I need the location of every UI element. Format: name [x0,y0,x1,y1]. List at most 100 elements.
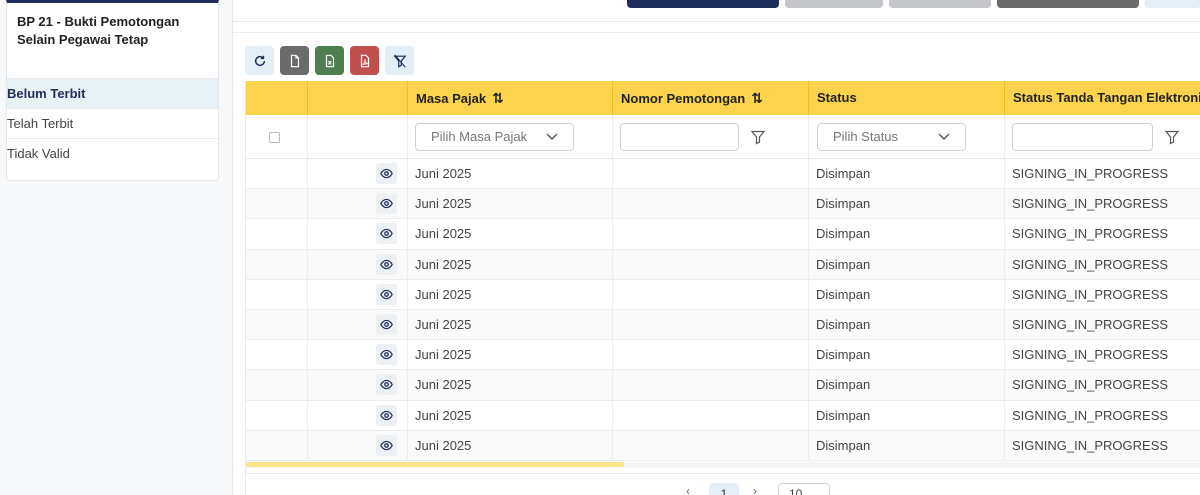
view-button[interactable] [376,374,397,396]
sidebar-title: BP 21 - Bukti Pemotongan Selain Pegawai … [17,14,180,47]
sidebar-item-tidak-valid[interactable]: Tidak Valid [7,138,218,168]
action-cell [308,219,408,250]
sort-icon[interactable]: ⇅ [751,81,763,115]
view-button[interactable] [376,313,397,335]
header-label: Nomor Pemotongan [621,91,746,106]
grid-toolbar [245,46,414,76]
select-cell [246,309,308,340]
select-cell [246,219,308,250]
view-button[interactable] [376,163,397,184]
nomor-pemotongan-cell [613,279,809,310]
view-button[interactable] [376,193,397,215]
sidebar-card: BP 21 - Bukti Pemotongan Selain Pegawai … [6,0,219,181]
nomor-filter-input[interactable] [620,123,739,151]
refresh-button[interactable] [245,46,274,75]
select-all-checkbox[interactable] [269,132,280,143]
filter-ttd-cell [1005,115,1200,159]
status-ttd-cell: SIGNING_IN_PROGRESS [1012,437,1169,453]
nomor-pemotongan-cell [613,309,809,340]
export-file-button[interactable] [280,46,309,75]
prev-page-button[interactable]: ‹ [686,484,690,495]
light-action-button[interactable] [1145,0,1200,8]
select-cell [246,279,308,310]
status-cell: Disimpan [809,189,1005,220]
masa-pajak-cell: Juni 2025 [408,430,613,461]
table-row: Juni 2025 Disimpan SIGNING_IN_PROGRESS [246,189,1200,220]
view-button[interactable] [376,434,397,456]
main-panel: Masa Pajak ⇅ Nomor Pemotongan ⇅ Status Sta… [232,0,1200,495]
sidebar-item-label: Belum Terbit [7,86,86,101]
page-size-select[interactable]: 10 [778,483,830,495]
masa-pajak-cell: Juni 2025 [408,189,613,220]
chevron-down-icon [938,133,950,140]
file-icon [290,54,299,67]
next-page-button[interactable]: › [753,484,757,495]
horizontal-scrollbar[interactable] [246,462,1200,468]
masa-pajak-cell: Juni 2025 [408,370,613,401]
page-number-current[interactable]: 1 [709,483,739,495]
table-row: Juni 2025 Disimpan SIGNING_IN_PROGRESS [246,340,1200,371]
excel-file-icon [325,54,334,67]
view-button[interactable] [376,344,397,366]
sidebar-item-belum-terbit[interactable]: Belum Terbit [7,78,218,108]
table-row: Juni 2025 Disimpan SIGNING_IN_PROGRESS [246,370,1200,401]
status-ttd-cell: SIGNING_IN_PROGRESS [1012,286,1169,302]
sidebar-item-telah-terbit[interactable]: Telah Terbit [7,108,218,138]
header-nomor-pemotongan[interactable]: Nomor Pemotongan ⇅ [613,81,809,115]
eye-icon [380,380,393,390]
eye-icon [380,289,393,299]
table-row: Juni 2025 Disimpan SIGNING_IN_PROGRESS [246,159,1200,190]
filter-icon[interactable] [1164,129,1180,145]
action-cell [308,189,408,220]
status-ttd-cell: SIGNING_IN_PROGRESS [1012,407,1169,423]
filter-nomor-cell [613,115,809,159]
table-row: Juni 2025 Disimpan SIGNING_IN_PROGRESS [246,309,1200,341]
sort-icon[interactable]: ⇅ [492,81,504,115]
nomor-pemotongan-cell [613,189,809,220]
masa-pajak-cell: Juni 2025 [408,400,613,431]
table-row: Juni 2025 Disimpan SIGNING_IN_PROGRESS [246,249,1200,280]
filter-icon[interactable] [750,129,766,145]
filter-empty-cell [308,115,408,159]
eye-icon [380,319,393,330]
filter-status-cell: Pilih Status [809,115,1005,159]
nomor-pemotongan-cell [613,340,809,371]
nomor-pemotongan-cell [613,249,809,280]
secondary-action-button-2[interactable] [889,0,991,8]
status-cell: Disimpan [809,159,1005,189]
table-row: Juni 2025 Disimpan SIGNING_IN_PROGRESS [246,219,1200,250]
status-cell: Disimpan [809,219,1005,250]
header-status[interactable]: Status [809,81,1005,115]
export-pdf-button[interactable] [350,46,379,75]
status-cell: Disimpan [809,249,1005,280]
action-cell [308,370,408,401]
view-button[interactable] [376,404,397,426]
select-placeholder: Pilih Status [833,129,899,144]
view-button[interactable] [376,253,397,275]
export-excel-button[interactable] [315,46,344,75]
status-select[interactable]: Pilih Status [817,123,966,151]
header-masa-pajak[interactable]: Masa Pajak ⇅ [408,81,613,115]
header-label: Status Tanda Tangan Elektronik [1013,90,1200,105]
secondary-action-button[interactable] [785,0,883,8]
view-button[interactable] [376,283,397,305]
ttd-filter-input[interactable] [1012,123,1153,151]
divider [233,32,1200,33]
sidebar-item-label: Tidak Valid [7,146,70,161]
status-ttd-cell: SIGNING_IN_PROGRESS [1012,226,1169,242]
scrollbar-thumb[interactable] [246,462,624,467]
nomor-pemotongan-cell [613,219,809,250]
eye-icon [380,259,393,269]
primary-action-button[interactable] [627,0,779,8]
filter-row: Pilih Masa Pajak Pilih Status [246,115,1200,159]
view-button[interactable] [376,223,397,245]
clear-filter-button[interactable] [385,46,414,75]
masa-pajak-cell: Juni 2025 [408,159,613,189]
grid-header: Masa Pajak ⇅ Nomor Pemotongan ⇅ Status Sta… [246,81,1200,115]
status-cell: Disimpan [809,279,1005,310]
header-status-ttd[interactable]: Status Tanda Tangan Elektronik [1005,81,1200,115]
status-cell: Disimpan [809,309,1005,340]
masa-pajak-select[interactable]: Pilih Masa Pajak [415,123,574,151]
eye-icon [380,410,393,420]
dark-action-button[interactable] [997,0,1139,8]
